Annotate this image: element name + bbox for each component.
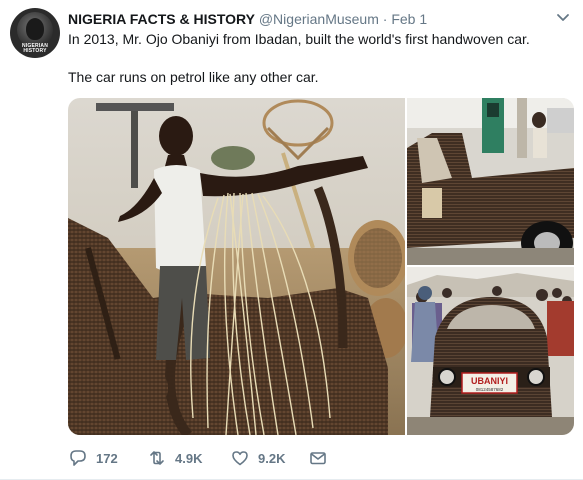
reply-icon [70,450,86,466]
reply-button[interactable]: 172 [68,446,118,470]
avatar[interactable]: NIGERIAN HISTORY [10,8,60,58]
reply-count: 172 [96,450,118,466]
avatar-logo-text: NIGERIAN HISTORY [21,43,49,54]
chevron-down-icon[interactable] [556,12,570,24]
retweet-count: 4.9K [175,450,203,466]
retweet-button[interactable]: 4.9K [147,446,202,470]
photo-car-front[interactable]: UBANIYI 08124587682 [407,267,574,435]
separator: · [382,11,388,27]
tweet-text-line: In 2013, Mr. Ojo Obaniyi from Ibadan, bu… [68,31,530,47]
tweet-text-line: The car runs on petrol like any other ca… [68,69,319,85]
photo-weaver[interactable] [68,98,405,435]
license-plate-text: UBANIYI [471,376,508,386]
tweet[interactable]: NIGERIAN HISTORY NIGERIA FACTS & HISTORY… [0,0,583,480]
tweet-header: NIGERIA FACTS & HISTORY @NigerianMuseum … [68,10,427,28]
display-name[interactable]: NIGERIA FACTS & HISTORY [68,11,255,27]
avatar-figure [26,18,44,40]
retweet-icon [150,451,164,465]
heart-icon [232,451,248,466]
tweet-text: In 2013, Mr. Ojo Obaniyi from Ibadan, bu… [68,30,573,86]
envelope-icon [310,452,326,465]
license-plate-subtext: 08124587682 [476,387,504,392]
photo-car-side[interactable] [407,98,574,265]
tweet-date[interactable]: Feb 1 [391,11,427,27]
like-count: 9.2K [258,450,286,466]
user-handle[interactable]: @NigerianMuseum [259,11,379,27]
like-button[interactable]: 9.2K [230,446,285,470]
direct-message-button[interactable] [308,446,328,470]
media-grid: UBANIYI 08124587682 [68,98,574,435]
